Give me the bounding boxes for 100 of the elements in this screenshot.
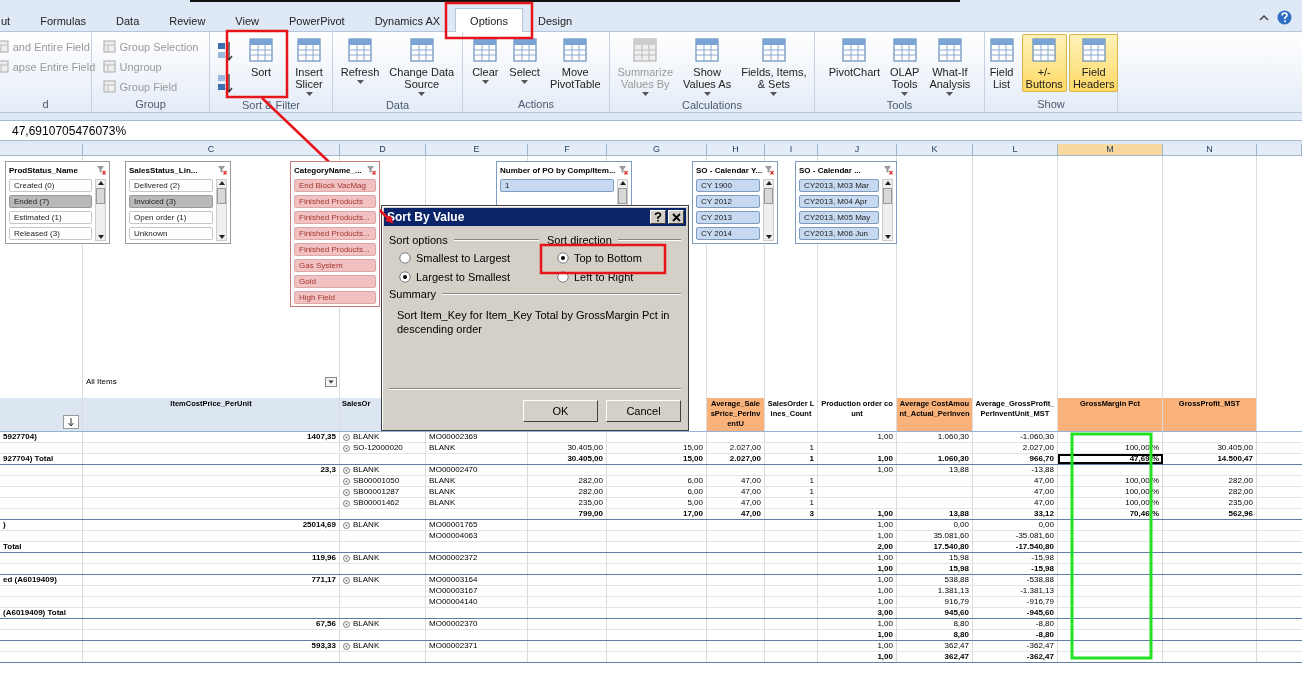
ribbon-tab[interactable]: Dynamics AX xyxy=(359,9,456,31)
ribbon-tab[interactable]: ut xyxy=(0,9,26,31)
ribbon-button[interactable]: Field Headers xyxy=(1068,34,1119,92)
ribbon-button[interactable]: Select xyxy=(505,34,544,87)
slicer-item[interactable]: Finished Products... xyxy=(294,243,376,256)
column-letter[interactable]: M xyxy=(1058,144,1163,155)
sort-filter-button[interactable] xyxy=(63,415,79,429)
ribbon-button[interactable]: Clear xyxy=(467,34,504,87)
clear-filter-icon[interactable] xyxy=(619,165,628,175)
ribbon-tab[interactable]: PowerPivot xyxy=(274,9,360,31)
scroll-bar[interactable] xyxy=(763,179,774,241)
slicer-item[interactable]: Released (3) xyxy=(9,227,92,240)
ribbon-tab[interactable]: Formulas xyxy=(25,9,102,31)
slicer-item[interactable]: High Field xyxy=(294,291,376,304)
slicer-item[interactable]: CY 2012 xyxy=(696,195,760,208)
dropdown-button[interactable] xyxy=(325,376,337,387)
scroll-bar[interactable] xyxy=(882,179,893,241)
ribbon-tab[interactable]: Data xyxy=(101,9,155,31)
table-cell: BLANK xyxy=(429,487,456,497)
expand-icon[interactable] xyxy=(343,642,350,650)
help-icon[interactable] xyxy=(1277,10,1292,25)
slicer-item[interactable]: CY2013, M04 Apr xyxy=(799,195,879,208)
radio-option[interactable]: Smallest to Largest xyxy=(389,248,539,267)
clear-filter-icon[interactable] xyxy=(97,165,106,175)
table-cell: 47,00 xyxy=(740,476,761,486)
column-letter[interactable]: N xyxy=(1163,144,1257,155)
clear-filter-icon[interactable] xyxy=(218,165,227,175)
column-letter[interactable]: E xyxy=(426,144,528,155)
column-letter[interactable]: D xyxy=(340,144,426,155)
expand-icon[interactable] xyxy=(343,521,350,529)
slicer-item[interactable]: Open order (1) xyxy=(129,211,213,224)
ribbon-tab[interactable]: Options xyxy=(455,8,523,32)
expand-icon[interactable] xyxy=(343,620,350,628)
help-button[interactable] xyxy=(650,210,666,224)
column-letter[interactable]: I xyxy=(765,144,818,155)
ribbon-button[interactable]: Refresh xyxy=(336,34,384,87)
dialog-button[interactable]: Cancel xyxy=(606,400,681,422)
ribbon-button[interactable]: OLAP Tools xyxy=(886,34,924,99)
slicer-item[interactable]: Finished Products... xyxy=(294,211,376,224)
expand-icon[interactable] xyxy=(343,554,350,562)
slicer-item[interactable]: CY2013, M06 Jun xyxy=(799,227,879,240)
slicer-item[interactable]: Gas System xyxy=(294,259,376,272)
table-cell: 1 xyxy=(809,498,814,508)
close-button[interactable] xyxy=(668,210,684,224)
grid-icon xyxy=(102,80,116,93)
table-cell: 282,00 xyxy=(1228,487,1253,497)
slicer-item[interactable]: 1 xyxy=(500,179,614,192)
expand-icon[interactable] xyxy=(343,576,350,584)
clear-filter-icon[interactable] xyxy=(367,165,376,175)
ribbon-button[interactable]: PivotChart xyxy=(824,34,884,80)
grid-icon xyxy=(561,36,590,64)
column-letter[interactable]: F xyxy=(528,144,607,155)
table-cell: 2.027,00 xyxy=(1022,443,1054,453)
slicer-item[interactable]: Estimated (1) xyxy=(9,211,92,224)
slicer-item[interactable]: Created (0) xyxy=(9,179,92,192)
slicer-item[interactable]: Delivered (2) xyxy=(129,179,213,192)
slicer-item[interactable]: CY 2013 xyxy=(696,211,760,224)
grid-icon xyxy=(407,36,436,64)
slicer-item[interactable]: CY 2014 xyxy=(696,227,760,240)
slicer-item[interactable]: End Block VacMag xyxy=(294,179,376,192)
dialog-button[interactable]: OK xyxy=(523,400,598,422)
formula-input[interactable]: 47,6910705476073% xyxy=(12,123,127,138)
slicer-item[interactable]: CY 1900 xyxy=(696,179,760,192)
slicer-item[interactable]: CY2013, M03 Mar xyxy=(799,179,879,192)
ribbon-tab[interactable]: Design xyxy=(523,9,588,31)
column-letter[interactable]: J xyxy=(818,144,897,155)
slicer-item[interactable]: Finished Products xyxy=(294,195,376,208)
column-letter[interactable]: C xyxy=(83,144,340,155)
ribbon-button[interactable]: Field List xyxy=(983,34,1020,92)
ribbon-button[interactable]: Change Data Source xyxy=(385,34,459,99)
ribbon-button[interactable]: +/- Buttons xyxy=(1021,34,1067,92)
ribbon-button[interactable]: Fields, Items, & Sets xyxy=(737,34,811,99)
radio-option[interactable]: Largest to Smallest xyxy=(389,267,539,286)
ribbon-button[interactable]: What-If Analysis xyxy=(925,34,975,99)
slicer-item[interactable]: Finished Products... xyxy=(294,227,376,240)
table-cell: 1407,35 xyxy=(307,432,336,442)
radio-option[interactable]: Top to Bottom xyxy=(547,248,681,267)
active-cell[interactable]: 47,69 % xyxy=(1058,454,1163,464)
caret-icon xyxy=(305,92,313,97)
ribbon-button[interactable]: Insert Slicer xyxy=(291,34,327,99)
ribbon-button[interactable]: Show Values As xyxy=(679,34,736,99)
clear-filter-icon[interactable] xyxy=(765,165,774,175)
ribbon-button[interactable]: Move PivotTable xyxy=(545,34,605,92)
column-letter[interactable]: G xyxy=(607,144,707,155)
scroll-bar[interactable] xyxy=(216,179,227,241)
slicer-item[interactable]: Unknown xyxy=(129,227,213,240)
ribbon-tab[interactable]: Review xyxy=(154,9,221,31)
scroll-bar[interactable] xyxy=(95,179,106,241)
slicer-item[interactable]: CY2013, M05 May xyxy=(799,211,879,224)
table-cell: 35.081,60 xyxy=(933,531,969,541)
collapse-ribbon-icon[interactable] xyxy=(1259,13,1269,22)
slicer-item[interactable]: Invoiced (3) xyxy=(129,195,213,208)
column-letter[interactable]: H xyxy=(707,144,765,155)
clear-filter-icon[interactable] xyxy=(884,165,893,175)
table-cell: 3 xyxy=(809,509,814,519)
slicer-item[interactable]: Gold xyxy=(294,275,376,288)
ribbon-button[interactable]: Sort xyxy=(243,34,279,80)
slicer-item[interactable]: Ended (7) xyxy=(9,195,92,208)
column-letter[interactable]: K xyxy=(897,144,973,155)
ribbon-tab[interactable]: View xyxy=(220,9,274,31)
